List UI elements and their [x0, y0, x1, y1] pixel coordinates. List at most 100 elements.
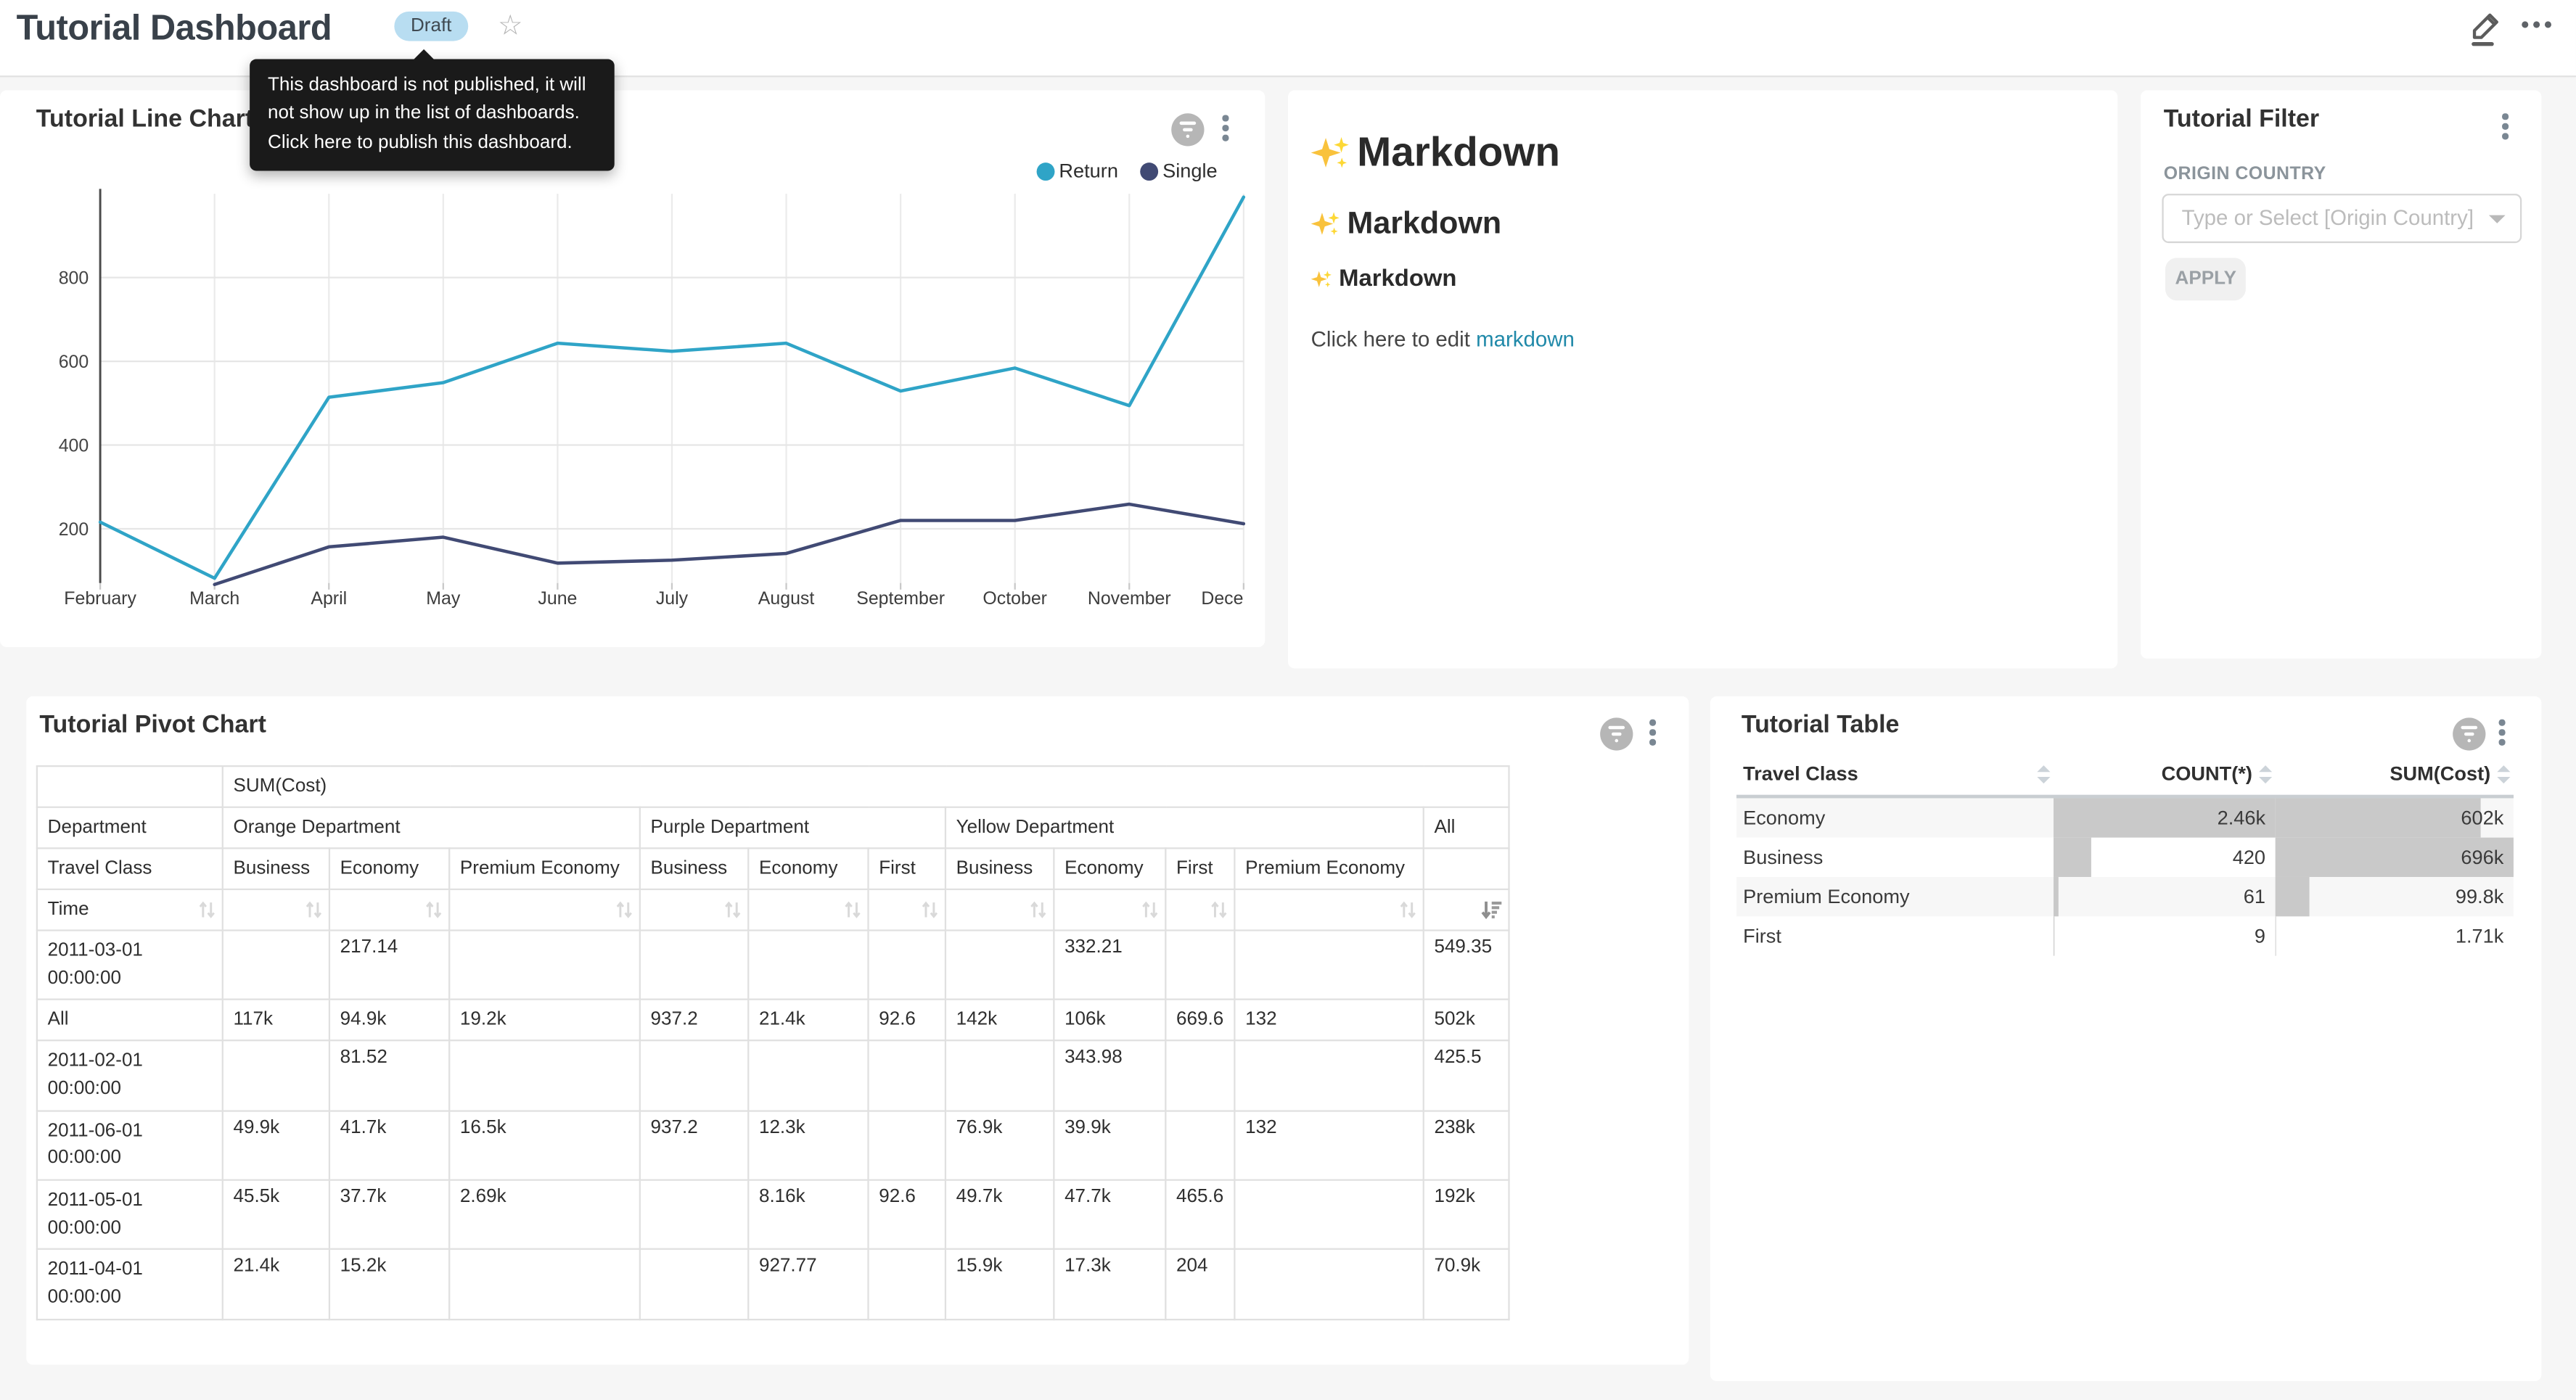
markdown-h3-text: Markdown	[1339, 266, 1456, 292]
sort-icon[interactable]	[1140, 899, 1160, 921]
cell-sum-cost: 696k	[2276, 838, 2514, 877]
publish-tooltip[interactable]: This dashboard is not published, it will…	[250, 59, 615, 170]
pivot-cell	[869, 1111, 946, 1180]
sort-icon[interactable]	[2037, 765, 2050, 783]
sort-icon[interactable]	[2259, 765, 2272, 783]
pivot-department-header: Orange Department	[223, 807, 640, 849]
sort-icon[interactable]	[842, 899, 862, 921]
cell-count: 420	[2054, 838, 2276, 877]
cell-travel-class: Premium Economy	[1736, 877, 2054, 916]
pivot-cell	[223, 931, 329, 1000]
markdown-panel: Markdown Markdown Markdown Click here to…	[1288, 91, 2117, 669]
pivot-cell: 549.35	[1424, 931, 1509, 1000]
pivot-cell	[946, 1041, 1054, 1111]
pivot-cell: 927.77	[748, 1250, 868, 1319]
table-row[interactable]: Economy2.46k602k	[1736, 796, 2514, 838]
draft-status-badge[interactable]: Draft	[394, 12, 468, 41]
markdown-heading-2: Markdown	[1311, 207, 1502, 243]
pivot-cell: 106k	[1054, 1000, 1165, 1041]
pivot-cell	[1165, 1111, 1234, 1180]
sparkles-icon	[1311, 268, 1332, 289]
pivot-cell	[748, 931, 868, 1000]
pivot-row-label: 2011-04-01 00:00:00	[37, 1250, 223, 1319]
pivot-col-dimension-label: Department	[37, 807, 223, 849]
y-axis-tick-label: 600	[59, 352, 89, 372]
pivot-chart-panel: Tutorial Pivot Chart SUM(Cost)Department…	[26, 696, 1689, 1364]
column-header-travel-class[interactable]: Travel Class	[1736, 755, 2054, 796]
x-axis-tick-label: July	[656, 588, 689, 609]
pivot-data-row: All117k94.9k19.2k937.221.4k92.6142k106k6…	[37, 1000, 1509, 1041]
pivot-cell: 937.2	[640, 1111, 748, 1180]
pivot-cell	[449, 1250, 640, 1319]
pivot-cell: 47.7k	[1054, 1180, 1165, 1250]
origin-country-select[interactable]: Type or Select [Origin Country]	[2162, 194, 2522, 243]
sort-icon[interactable]	[197, 899, 217, 921]
pivot-class-header: Business	[640, 848, 748, 889]
chevron-down-icon	[2489, 215, 2506, 223]
pivot-chart-menu-icon[interactable]	[1646, 720, 1660, 746]
pivot-row-label: 2011-05-01 00:00:00	[37, 1180, 223, 1250]
y-axis-tick-label: 400	[59, 436, 89, 456]
x-axis-tick-label: May	[426, 588, 461, 609]
pivot-cell: 19.2k	[449, 1000, 640, 1041]
header-more-menu-icon[interactable]	[2522, 21, 2551, 28]
pivot-class-header: Business	[223, 848, 329, 889]
pivot-cell: 49.9k	[223, 1111, 329, 1180]
pivot-cell: 117k	[223, 1000, 329, 1041]
line-chart-panel: Tutorial Line Chart ReturnSingle 2004006…	[0, 91, 1265, 647]
sort-icon[interactable]	[1209, 899, 1228, 921]
column-header-sum-cost[interactable]: SUM(Cost)	[2276, 755, 2514, 796]
pivot-measure-label: SUM(Cost)	[223, 766, 1509, 807]
single-line-series[interactable]	[215, 504, 1244, 585]
pivot-department-header: All	[1424, 807, 1509, 849]
sort-icon[interactable]	[424, 899, 443, 921]
pivot-cell: 41.7k	[329, 1111, 449, 1180]
pivot-cell: 332.21	[1054, 931, 1165, 1000]
pivot-cell	[869, 1250, 946, 1319]
pivot-cell: 937.2	[640, 1000, 748, 1041]
cell-sum-cost: 99.8k	[2276, 877, 2514, 916]
sort-descending-active-icon[interactable]	[1480, 899, 1504, 921]
pivot-department-header: Purple Department	[640, 807, 946, 849]
pivot-cell: 49.7k	[946, 1180, 1054, 1250]
sort-icon[interactable]	[723, 899, 742, 921]
applied-filters-badge-icon[interactable]	[1600, 717, 1633, 750]
pivot-cell: 669.6	[1165, 1000, 1234, 1041]
pivot-class-header: Economy	[329, 848, 449, 889]
table-panel: Tutorial Table Travel Class COUNT(*) SUM…	[1710, 696, 2542, 1381]
pivot-cell	[640, 1250, 748, 1319]
sort-icon[interactable]	[920, 899, 940, 921]
filter-panel-menu-icon[interactable]	[2499, 113, 2512, 139]
pivot-cell: 343.98	[1054, 1041, 1165, 1111]
column-header-count[interactable]: COUNT(*)	[2054, 755, 2276, 796]
table-row[interactable]: Business420696k	[1736, 838, 2514, 877]
origin-country-label: ORIGIN COUNTRY	[2164, 164, 2326, 184]
pivot-data-row: 2011-03-01 00:00:00217.14332.21549.35	[37, 931, 1509, 1000]
markdown-heading-3: Markdown	[1311, 266, 1457, 292]
data-table: Travel Class COUNT(*) SUM(Cost) Economy2…	[1736, 755, 2514, 955]
sort-icon[interactable]	[1028, 899, 1048, 921]
apply-button[interactable]: APPLY	[2165, 258, 2246, 300]
edit-dashboard-icon[interactable]	[2466, 7, 2505, 49]
pivot-cell	[640, 1180, 748, 1250]
table-row[interactable]: First91.71k	[1736, 916, 2514, 955]
sort-icon[interactable]	[2497, 765, 2510, 783]
table-row[interactable]: Premium Economy6199.8k	[1736, 877, 2514, 916]
favorite-star-icon[interactable]: ☆	[498, 7, 523, 46]
sort-icon[interactable]	[1398, 899, 1418, 921]
pivot-cell: 502k	[1424, 1000, 1509, 1041]
pivot-class-header: First	[869, 848, 946, 889]
sort-icon[interactable]	[304, 899, 324, 921]
edit-markdown-link[interactable]: markdown	[1476, 327, 1575, 352]
pivot-cell: 2.69k	[449, 1180, 640, 1250]
pivot-measure-row: SUM(Cost)	[37, 766, 1509, 807]
markdown-heading-1: Markdown	[1311, 130, 1560, 178]
pivot-cell: 70.9k	[1424, 1250, 1509, 1319]
sort-icon[interactable]	[615, 899, 634, 921]
pivot-cell	[1234, 1041, 1423, 1111]
cell-sum-cost: 1.71k	[2276, 916, 2514, 955]
pivot-cell	[946, 931, 1054, 1000]
table-panel-menu-icon[interactable]	[2495, 720, 2509, 746]
applied-filters-badge-icon[interactable]	[2453, 717, 2485, 750]
pivot-cell: 21.4k	[223, 1250, 329, 1319]
